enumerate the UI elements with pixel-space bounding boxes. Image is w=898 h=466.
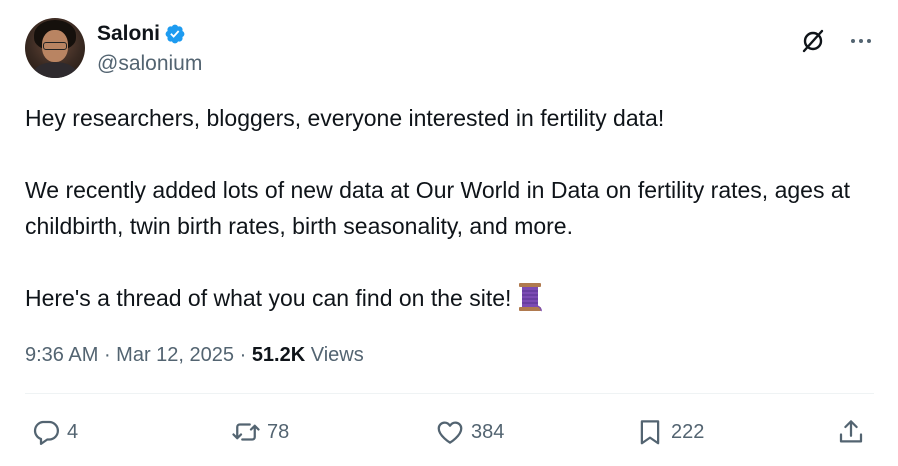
like-count: 384: [471, 420, 505, 443]
reply-icon: [33, 420, 59, 445]
grok-icon[interactable]: [800, 28, 826, 54]
action-bar: 4 78 384 222: [25, 410, 874, 454]
bookmark-count: 222: [671, 420, 705, 443]
more-icon[interactable]: [848, 28, 874, 54]
bookmark-icon: [640, 420, 660, 445]
repost-icon: [232, 423, 260, 441]
tweet-header: Saloni @salonium: [25, 18, 874, 80]
avatar[interactable]: [25, 18, 85, 78]
tweet-time[interactable]: 9:36 AM: [25, 344, 98, 366]
tweet-date[interactable]: Mar 12, 2025: [116, 344, 234, 366]
share-button[interactable]: [836, 410, 866, 454]
meta-separator: ·: [234, 344, 252, 366]
tweet-paragraph-last: Here's a thread of what you can find on …: [25, 280, 875, 316]
tweet-paragraph: We recently added lots of new data at Ou…: [25, 177, 851, 239]
thread-spool-icon: [519, 283, 543, 312]
name-row: Saloni: [97, 21, 186, 47]
reply-count: 4: [67, 420, 79, 443]
reply-button[interactable]: 4: [31, 410, 78, 454]
repost-button[interactable]: 78: [231, 410, 289, 454]
meta-separator: ·: [98, 344, 117, 366]
views-label: Views: [305, 344, 364, 366]
share-icon: [839, 420, 863, 443]
user-handle[interactable]: @salonium: [97, 51, 202, 77]
tweet-paragraph: Hey researchers, bloggers, everyone inte…: [25, 105, 665, 131]
views-count: 51.2K: [251, 344, 306, 366]
like-button[interactable]: 384: [435, 410, 504, 454]
verified-badge-icon[interactable]: [164, 23, 186, 45]
divider: [25, 393, 874, 394]
tweet-meta: 9:36 AM · Mar 12, 2025 · 51.2K Views: [25, 342, 364, 368]
heart-icon: [437, 421, 463, 444]
repost-count: 78: [267, 420, 290, 443]
bookmark-button[interactable]: 222: [635, 410, 704, 454]
tweet-text: Hey researchers, bloggers, everyone inte…: [25, 100, 875, 316]
tweet-paragraph: Here's a thread of what you can find on …: [25, 285, 512, 311]
display-name[interactable]: Saloni: [97, 21, 160, 47]
